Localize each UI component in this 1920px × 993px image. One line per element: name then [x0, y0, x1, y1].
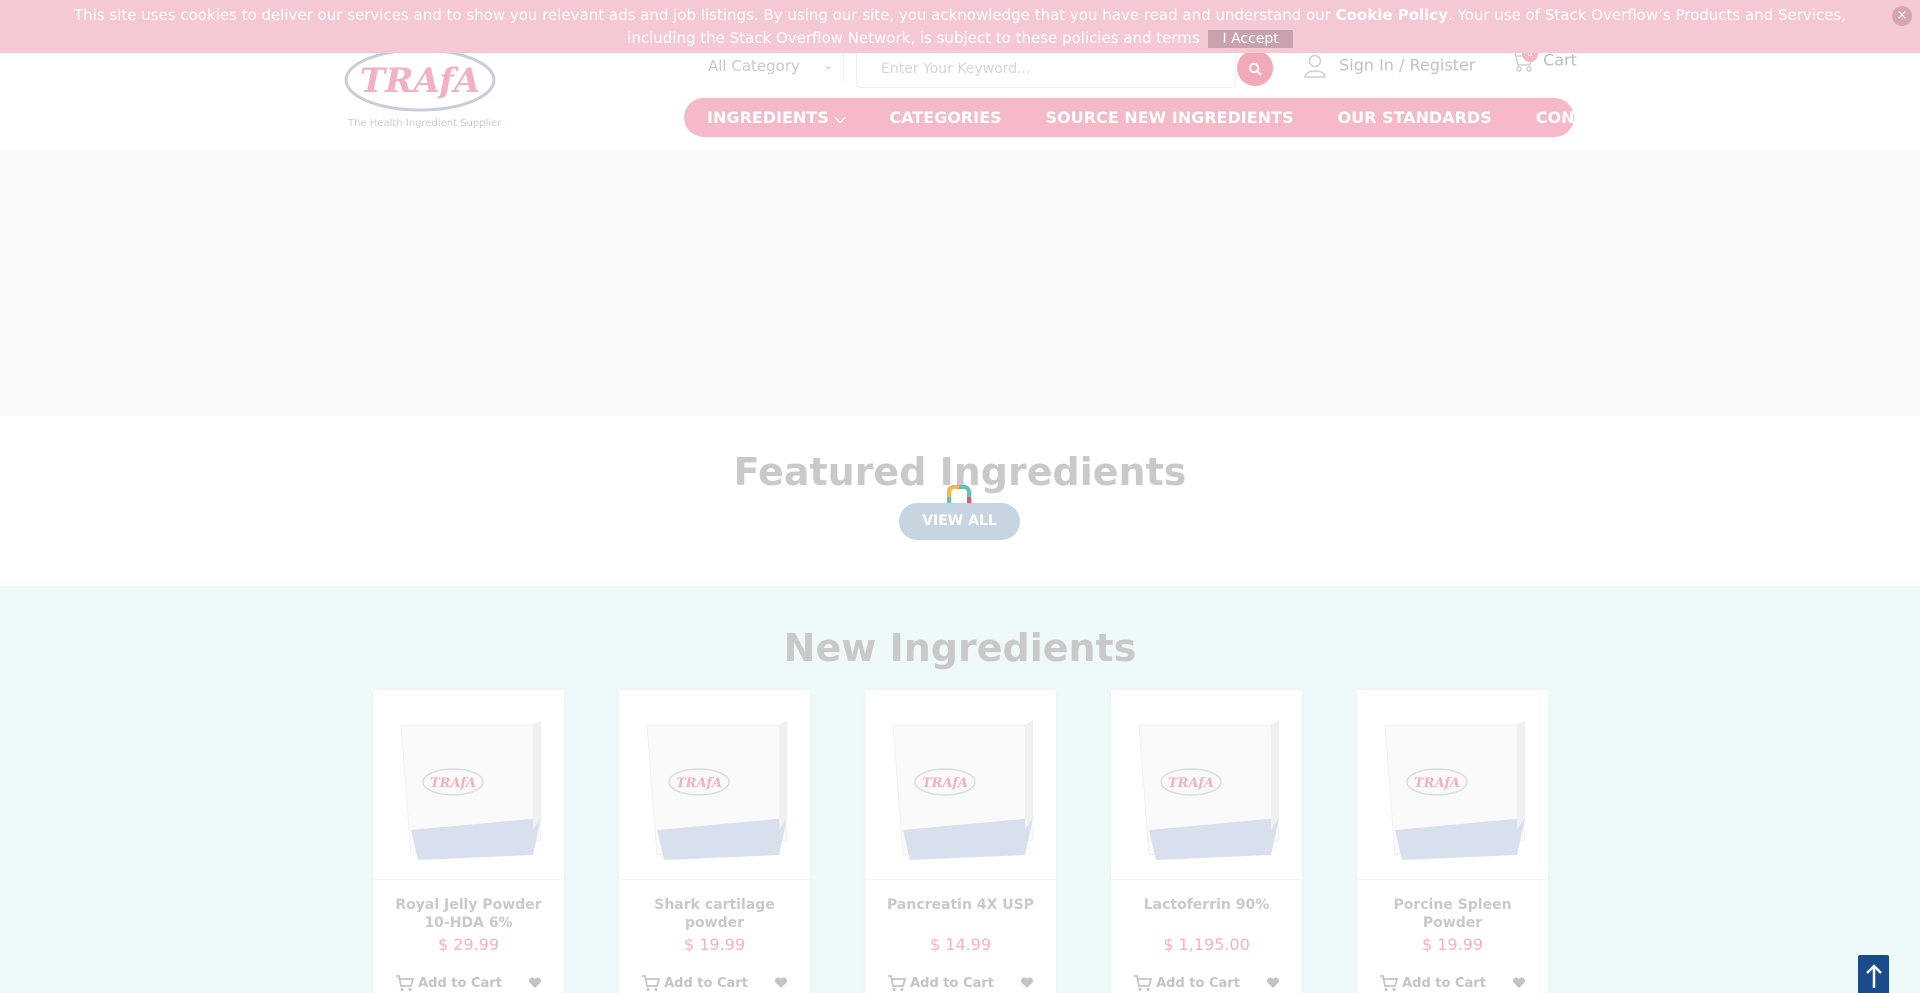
close-icon[interactable]: × — [1892, 6, 1912, 26]
cookie-message: This site uses cookies to deliver our se… — [0, 4, 1920, 50]
product-actions: Add to Cart — [619, 974, 810, 992]
add-to-cart-button[interactable]: Add to Cart — [1133, 974, 1240, 992]
product-card[interactable]: TRAfA Shark cartilage powder $ 19.99 Add… — [619, 690, 810, 993]
product-image[interactable]: TRAfA — [1111, 690, 1302, 880]
add-to-cart-label: Add to Cart — [418, 975, 502, 991]
product-box-image: TRAfA — [892, 720, 1034, 860]
product-card[interactable]: TRAfA Pancreatin 4X USP $ 14.99 Add to C… — [865, 690, 1056, 993]
signin-register-link[interactable]: Sign In / Register — [1304, 54, 1475, 78]
category-select[interactable]: All Category ⌄ — [694, 50, 844, 82]
add-to-cart-button[interactable]: Add to Cart — [1379, 974, 1486, 992]
add-to-cart-button[interactable]: Add to Cart — [641, 974, 748, 992]
product-name[interactable]: Royal Jelly Powder 10-HDA 6% — [373, 896, 564, 932]
view-all-button[interactable]: VIEW ALL — [899, 503, 1020, 540]
arrow-up-icon — [1865, 963, 1882, 988]
heart-icon[interactable] — [1020, 977, 1034, 989]
cookie-consent-bar: This site uses cookies to deliver our se… — [0, 0, 1920, 53]
nav-item-categories[interactable]: CATEGORIES — [889, 108, 1001, 127]
add-to-cart-button[interactable]: Add to Cart — [395, 974, 502, 992]
product-name[interactable]: Porcine Spleen Powder — [1357, 896, 1548, 932]
add-to-cart-button[interactable]: Add to Cart — [887, 974, 994, 992]
product-box-image: TRAfA — [400, 720, 542, 860]
user-icon — [1304, 54, 1326, 78]
cookie-policy-link[interactable]: Cookie Policy — [1336, 6, 1448, 24]
cart-icon — [1134, 975, 1153, 991]
svg-text:TRAfA: TRAfA — [922, 776, 968, 791]
scroll-to-top-button[interactable] — [1858, 955, 1889, 993]
cart-icon — [396, 975, 415, 991]
product-image[interactable]: TRAfA — [865, 690, 1056, 880]
product-box-image: TRAfA — [646, 720, 788, 860]
svg-text:TRAfA: TRAfA — [430, 776, 476, 791]
cart-link[interactable]: Cart — [1510, 50, 1577, 72]
product-price: $ 19.99 — [1421, 935, 1484, 954]
heart-icon[interactable] — [1266, 977, 1280, 989]
accept-cookies-button[interactable]: I Accept — [1208, 30, 1293, 48]
svg-text:TRAfA: TRAfA — [1168, 776, 1214, 791]
cookie-text: This site uses cookies to deliver our se… — [73, 6, 1336, 24]
product-price: $ 1,195.00 — [1163, 935, 1250, 954]
search-button[interactable] — [1237, 50, 1273, 86]
main-navigation: INGREDIENTS ⌵ CATEGORIES SOURCE NEW INGRE… — [684, 98, 1649, 137]
product-actions: Add to Cart — [1357, 974, 1548, 992]
nav-item-ingredients[interactable]: INGREDIENTS ⌵ — [707, 108, 845, 127]
product-price: $ 14.99 — [929, 935, 992, 954]
heart-icon[interactable] — [774, 977, 788, 989]
product-card[interactable]: TRAfA Lactoferrin 90% $ 1,195.00 Add to … — [1111, 690, 1302, 993]
add-to-cart-label: Add to Cart — [910, 975, 994, 991]
product-image[interactable]: TRAfA — [1357, 690, 1548, 880]
cart-icon — [888, 975, 907, 991]
cart-label: Cart — [1543, 50, 1577, 70]
search-icon — [1248, 62, 1262, 76]
search-input[interactable]: Enter Your Keyword... — [856, 50, 1236, 88]
product-actions: Add to Cart — [373, 974, 564, 992]
nav-item-our-standards[interactable]: OUR STANDARDS — [1337, 108, 1491, 127]
product-price: $ 19.99 — [683, 935, 746, 954]
svg-text:TRAfA: TRAfA — [676, 776, 722, 791]
add-to-cart-label: Add to Cart — [1156, 975, 1240, 991]
product-name[interactable]: Shark cartilage powder — [619, 896, 810, 932]
logo-tagline: The Health Ingredient Supplier — [348, 118, 502, 129]
new-ingredients-title: New Ingredients — [783, 626, 1137, 670]
product-actions: Add to Cart — [1111, 974, 1302, 992]
nav-item-source-new-ingredients[interactable]: SOURCE NEW INGREDIENTS — [1046, 108, 1294, 127]
product-price: $ 29.99 — [437, 935, 500, 954]
add-to-cart-label: Add to Cart — [664, 975, 748, 991]
product-box-image: TRAfA — [1138, 720, 1280, 860]
signin-label: Sign In / Register — [1339, 55, 1476, 75]
cart-icon — [1380, 975, 1399, 991]
nav-item-contact-us[interactable]: CONTACT US — [1536, 108, 1650, 127]
product-name[interactable]: Pancreatin 4X USP — [865, 896, 1056, 932]
add-to-cart-label: Add to Cart — [1402, 975, 1486, 991]
product-actions: Add to Cart — [865, 974, 1056, 992]
svg-text:TRAfA: TRAfA — [1414, 776, 1460, 791]
svg-text:TRAfA: TRAfA — [360, 61, 480, 101]
product-image[interactable]: TRAfA — [373, 690, 564, 880]
product-image[interactable]: TRAfA — [619, 690, 810, 880]
heart-icon[interactable] — [1512, 977, 1526, 989]
product-card[interactable]: TRAfA Porcine Spleen Powder $ 19.99 Add … — [1357, 690, 1548, 993]
cart-icon — [642, 975, 661, 991]
product-box-image: TRAfA — [1384, 720, 1526, 860]
product-card[interactable]: TRAfA Royal Jelly Powder 10-HDA 6% $ 29.… — [373, 690, 564, 993]
heart-icon[interactable] — [528, 977, 542, 989]
chevron-down-icon: ⌄ — [823, 59, 833, 72]
chevron-down-icon: ⌵ — [834, 111, 846, 127]
product-name[interactable]: Lactoferrin 90% — [1111, 896, 1302, 932]
nav-item-label: INGREDIENTS — [707, 108, 829, 127]
category-select-value: All Category — [708, 57, 800, 75]
hero-banner — [0, 150, 1920, 416]
